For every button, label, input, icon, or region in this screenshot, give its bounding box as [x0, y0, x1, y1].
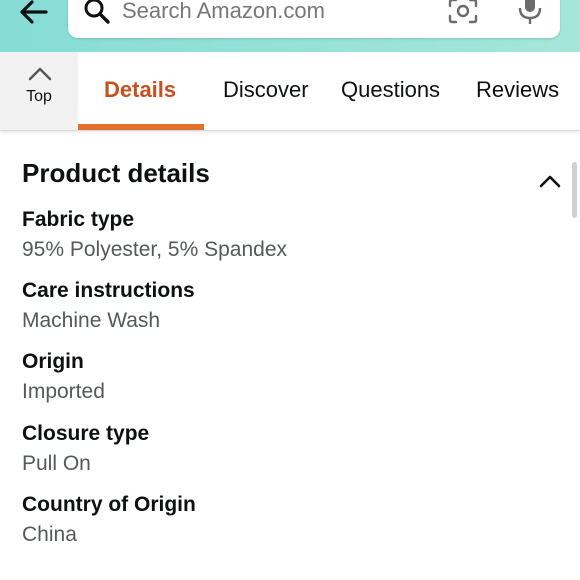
detail-label: Closure type	[22, 422, 150, 445]
section-title: Product details	[22, 158, 210, 188]
tab-questions[interactable]: Questions	[341, 77, 440, 103]
detail-value: Imported	[22, 380, 105, 403]
product-tab-bar: Top Details Discover Questions Reviews	[0, 52, 580, 131]
detail-label: Fabric type	[22, 208, 135, 231]
detail-value: Machine Wash	[22, 309, 161, 332]
tab-discover[interactable]: Discover	[223, 77, 309, 103]
detail-label: Country of Origin	[22, 493, 196, 516]
detail-value: China	[22, 523, 77, 546]
detail-row-care-instructions: Care instructions Machine Wash	[22, 277, 195, 336]
microphone-icon[interactable]	[516, 0, 544, 26]
detail-row-fabric-type: Fabric type 95% Polyester, 5% Spandex	[22, 206, 287, 265]
tab-reviews[interactable]: Reviews	[476, 77, 559, 103]
back-arrow-icon[interactable]	[16, 0, 52, 30]
back-to-top-button[interactable]: Top	[0, 52, 78, 130]
detail-label: Origin	[22, 350, 84, 373]
scrollbar[interactable]	[572, 162, 577, 218]
search-input[interactable]: Search Amazon.com	[122, 0, 325, 24]
search-bar[interactable]: Search Amazon.com	[68, 0, 560, 38]
tab-details[interactable]: Details	[104, 77, 176, 103]
chevron-up-icon	[28, 67, 52, 81]
top-search-header: Search Amazon.com	[0, 0, 580, 52]
camera-lens-icon[interactable]	[446, 0, 480, 26]
active-tab-indicator	[78, 124, 204, 130]
detail-label: Care instructions	[22, 279, 195, 302]
search-icon	[84, 0, 110, 24]
detail-row-origin: Origin Imported	[22, 348, 105, 407]
detail-value: 95% Polyester, 5% Spandex	[22, 238, 288, 261]
top-label: Top	[26, 88, 52, 105]
detail-row-country-of-origin: Country of Origin China	[22, 491, 196, 550]
detail-value: Pull On	[22, 452, 91, 475]
detail-row-closure-type: Closure type Pull On	[22, 420, 149, 479]
collapse-chevron-icon[interactable]	[539, 174, 561, 188]
